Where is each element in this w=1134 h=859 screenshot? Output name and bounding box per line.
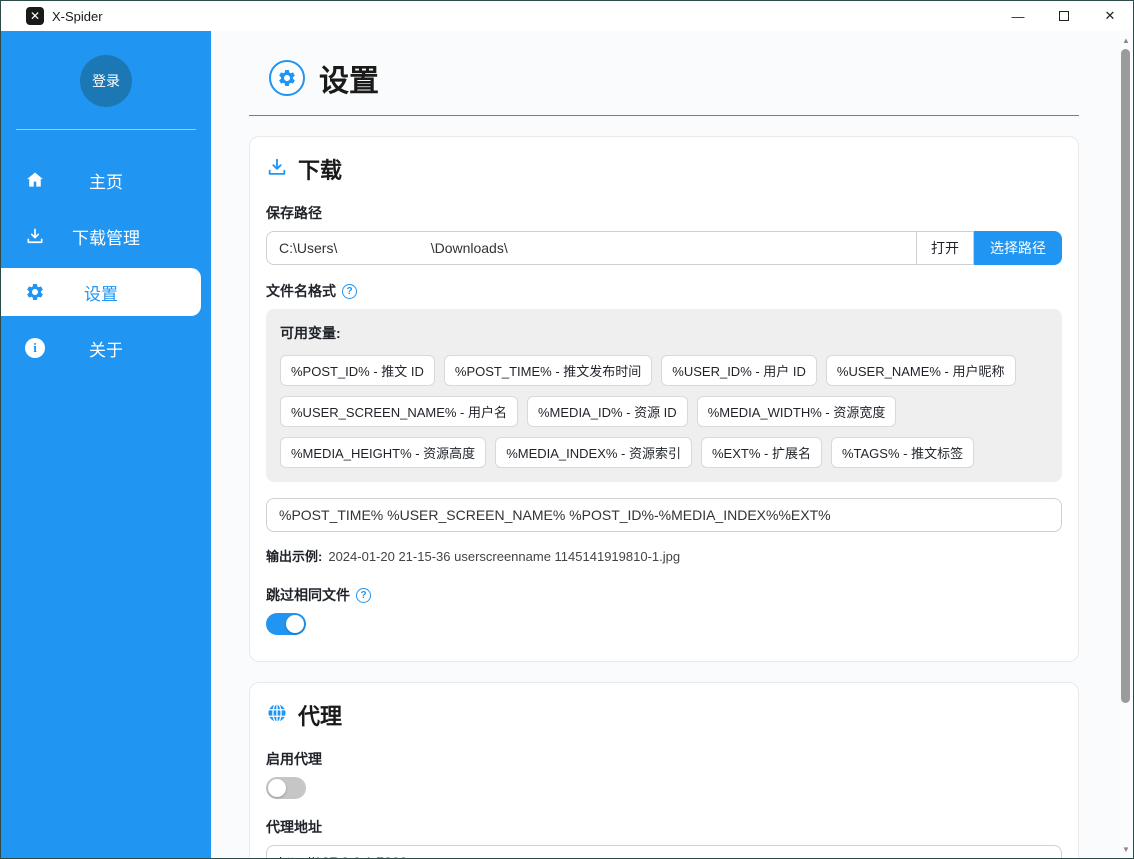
toggle-knob <box>268 779 286 797</box>
sidebar-divider <box>16 129 196 130</box>
choose-path-button[interactable]: 选择路径 <box>974 231 1062 265</box>
page-title: 设置 <box>319 56 379 100</box>
page-header: 设置 <box>211 31 1133 100</box>
skip-same-file-label: 跳过相同文件 <box>266 585 350 605</box>
variable-tag[interactable]: %MEDIA_INDEX% - 资源索引 <box>495 437 692 468</box>
sidebar-item-settings[interactable]: 设置 <box>1 268 201 316</box>
output-example: 输出示例: 2024-01-20 21-15-36 userscreenname … <box>266 546 1062 565</box>
variable-tag[interactable]: %POST_TIME% - 推文发布时间 <box>444 355 652 386</box>
variable-tag[interactable]: %EXT% - 扩展名 <box>701 437 822 468</box>
skip-same-file-help-icon[interactable]: ? <box>356 588 371 603</box>
output-example-value: 2024-01-20 21-15-36 userscreenname 11451… <box>328 549 680 564</box>
open-path-button[interactable]: 打开 <box>916 231 974 265</box>
proxy-address-label: 代理地址 <box>266 817 1062 837</box>
proxy-settings-card: 代理 启用代理 代理地址 <box>249 682 1079 858</box>
enable-proxy-label: 启用代理 <box>266 749 1062 769</box>
home-icon <box>23 168 47 192</box>
output-example-label: 输出示例: <box>266 549 322 564</box>
settings-page-icon <box>269 60 305 96</box>
variable-tag[interactable]: %MEDIA_WIDTH% - 资源宽度 <box>697 396 897 427</box>
maximize-button[interactable] <box>1041 1 1087 31</box>
main-content: 设置 下载 保存路径 打开 选择路径 文件名格式 ? <box>211 31 1133 858</box>
vertical-scrollbar: ▲ ▼ <box>1120 32 1132 857</box>
scroll-down-arrow-icon[interactable]: ▼ <box>1120 843 1132 855</box>
scroll-up-arrow-icon[interactable]: ▲ <box>1120 34 1132 46</box>
proxy-section-icon <box>266 702 288 729</box>
variables-label: 可用变量: <box>280 323 1048 343</box>
variable-tag[interactable]: %MEDIA_HEIGHT% - 资源高度 <box>280 437 486 468</box>
save-path-group: 打开 选择路径 <box>266 231 1062 265</box>
save-path-label: 保存路径 <box>266 203 1062 223</box>
proxy-address-input[interactable] <box>266 845 1062 858</box>
proxy-section-title: 代理 <box>298 699 342 731</box>
variable-tag[interactable]: %USER_NAME% - 用户昵称 <box>826 355 1016 386</box>
variable-tag[interactable]: %USER_SCREEN_NAME% - 用户名 <box>280 396 518 427</box>
title-bar: ✕ X-Spider — ✕ <box>1 1 1133 31</box>
filename-format-help-icon[interactable]: ? <box>342 284 357 299</box>
login-button[interactable]: 登录 <box>80 55 132 107</box>
scrollbar-thumb[interactable] <box>1121 49 1130 703</box>
download-section-title: 下载 <box>298 153 342 185</box>
maximize-icon <box>1059 11 1069 21</box>
sidebar-item-home[interactable]: 主页 <box>1 156 211 204</box>
available-variables-panel: 可用变量: %POST_ID% - 推文 ID %POST_TIME% - 推文… <box>266 309 1062 482</box>
variable-tag[interactable]: %TAGS% - 推文标签 <box>831 437 974 468</box>
download-settings-card: 下载 保存路径 打开 选择路径 文件名格式 ? 可用变量: %POST_ID% … <box>249 136 1079 662</box>
sidebar-item-about[interactable]: i 关于 <box>1 324 211 372</box>
info-icon: i <box>23 336 47 360</box>
sidebar-item-downloads[interactable]: 下载管理 <box>1 212 211 260</box>
gear-icon <box>23 280 47 304</box>
sidebar: 登录 主页 下载管理 设置 i 关于 <box>1 31 211 858</box>
minimize-button[interactable]: — <box>995 1 1041 31</box>
variable-tag[interactable]: %MEDIA_ID% - 资源 ID <box>527 396 688 427</box>
app-logo-icon: ✕ <box>26 7 44 25</box>
close-button[interactable]: ✕ <box>1087 1 1133 31</box>
toggle-knob <box>286 615 304 633</box>
variable-tag[interactable]: %USER_ID% - 用户 ID <box>661 355 817 386</box>
enable-proxy-toggle[interactable] <box>266 777 306 799</box>
variable-tag[interactable]: %POST_ID% - 推文 ID <box>280 355 435 386</box>
download-icon <box>23 224 47 248</box>
download-section-icon <box>266 156 288 183</box>
filename-format-input[interactable] <box>266 498 1062 532</box>
save-path-input[interactable] <box>266 231 916 265</box>
sidebar-menu: 主页 下载管理 设置 i 关于 <box>1 156 211 372</box>
window-title: X-Spider <box>52 9 103 24</box>
skip-same-file-toggle[interactable] <box>266 613 306 635</box>
filename-format-label: 文件名格式 <box>266 281 336 301</box>
window-controls: — ✕ <box>995 1 1133 31</box>
